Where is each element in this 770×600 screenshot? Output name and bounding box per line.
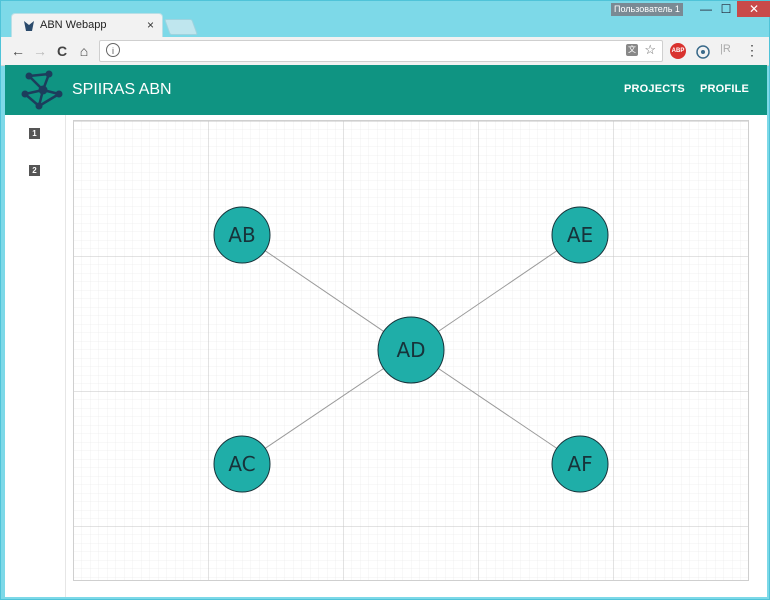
reload-icon[interactable]: C (53, 42, 71, 60)
app-brand-title[interactable]: SPIIRAS ABN (72, 81, 172, 99)
sidebar-item-2[interactable]: 2 (29, 165, 40, 176)
translate-icon[interactable]: 文 (626, 44, 638, 56)
browser-tab[interactable]: ABN Webapp × (11, 13, 163, 37)
adblock-icon[interactable]: ABP (670, 43, 686, 59)
graph-canvas[interactable]: AB AE AD AC AF (73, 120, 749, 581)
tab-title: ABN Webapp (40, 19, 107, 31)
address-bar[interactable]: i 文 ☆ (99, 40, 663, 62)
node-label: AC (228, 452, 255, 476)
reader-extension-icon[interactable]: |R (720, 43, 731, 55)
nav-projects-link[interactable]: PROJECTS (624, 83, 685, 95)
user-profile-badge[interactable]: Пользователь 1 (611, 3, 683, 16)
network-logo-icon[interactable] (19, 68, 65, 112)
forward-icon[interactable]: → (31, 42, 49, 60)
tab-close-icon[interactable]: × (147, 18, 154, 32)
web-page: SPIIRAS ABN PROJECTS PROFILE 1 2 AB AE A… (5, 65, 767, 597)
browser-window: ABN Webapp × Пользователь 1 — ☐ ✕ ← → C … (0, 0, 770, 600)
graph-node-ad[interactable]: AD (377, 316, 445, 384)
browser-toolbar: ← → C ⌂ i 文 ☆ ABP |R ⋮ (1, 37, 769, 66)
graph-node-ae[interactable]: AE (551, 206, 609, 264)
site-info-icon[interactable]: i (106, 43, 120, 57)
new-tab-button[interactable] (164, 19, 198, 35)
browser-menu-icon[interactable]: ⋮ (745, 42, 759, 59)
sidebar: 1 2 (5, 115, 66, 597)
title-bar: ABN Webapp × Пользователь 1 — ☐ ✕ (1, 1, 770, 37)
bookmark-star-icon[interactable]: ☆ (644, 42, 656, 58)
close-window-button[interactable]: ✕ (737, 1, 770, 17)
node-label: AD (396, 338, 425, 362)
favicon-icon (24, 21, 34, 31)
home-icon[interactable]: ⌂ (75, 42, 93, 60)
sidebar-item-1[interactable]: 1 (29, 128, 40, 139)
node-label: AB (228, 223, 255, 247)
node-label: AF (567, 452, 592, 476)
cloud-extension-icon[interactable] (695, 43, 711, 59)
graph-node-ac[interactable]: AC (213, 435, 271, 493)
app-header: SPIIRAS ABN PROJECTS PROFILE (5, 65, 767, 115)
graph-node-ab[interactable]: AB (213, 206, 271, 264)
graph-svg[interactable]: AB AE AD AC AF (74, 121, 749, 581)
nav-profile-link[interactable]: PROFILE (700, 83, 749, 95)
back-icon[interactable]: ← (9, 42, 27, 60)
graph-node-af[interactable]: AF (551, 435, 609, 493)
node-label: AE (567, 223, 593, 247)
